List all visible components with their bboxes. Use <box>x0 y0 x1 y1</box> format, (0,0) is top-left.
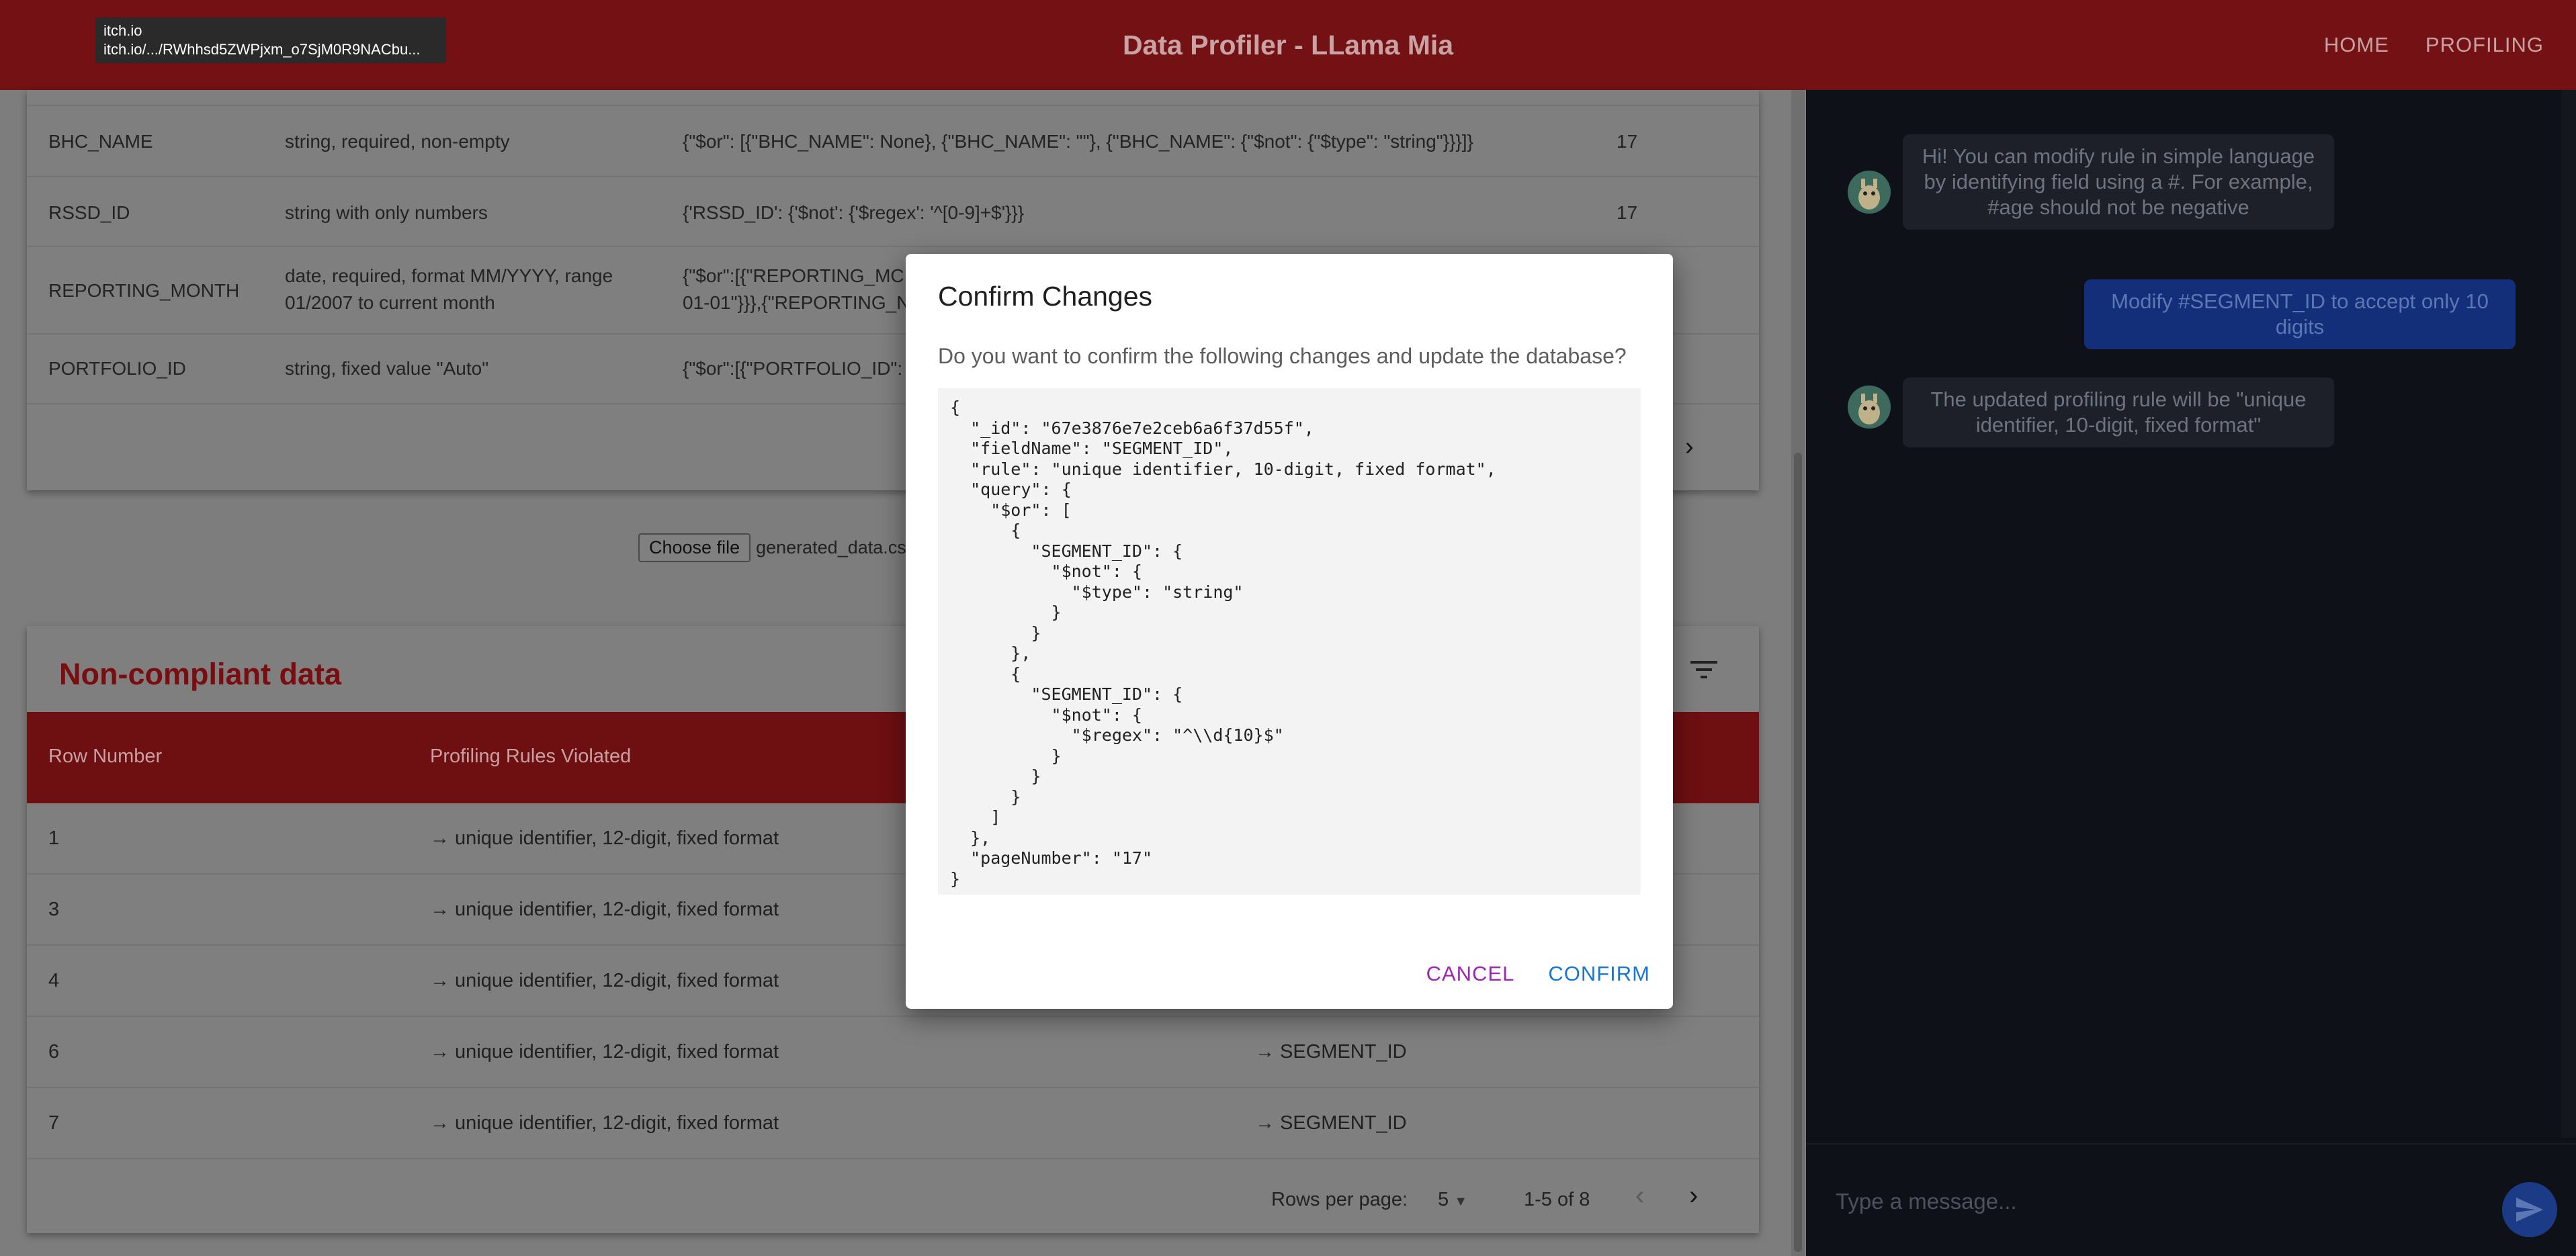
scrollbar-thumb[interactable] <box>1794 453 1802 1252</box>
tooltip-title: itch.io <box>103 22 142 39</box>
top-nav: HOME PROFILING <box>2324 0 2544 90</box>
changes-json: { "_id": "67e3876e7e2ceb6a6f37d55f", "fi… <box>938 388 1641 895</box>
field-name: PORTFOLIO_ID <box>48 358 186 379</box>
confirm-button[interactable]: CONFIRM <box>1548 962 1650 986</box>
user-message: Modify #SEGMENT_ID to accept only 10 dig… <box>2084 279 2516 349</box>
nav-home-link[interactable]: HOME <box>2324 33 2389 57</box>
bot-avatar <box>1848 386 1891 429</box>
pagination-range: 1-5 of 8 <box>1524 1189 1590 1210</box>
rule-text-line2: 01/2007 to current month <box>285 292 495 313</box>
rule-text: string, required, non-empty <box>285 131 510 152</box>
field-name: RSSD_ID <box>48 202 130 223</box>
confirm-dialog: Confirm Changes Do you want to confirm t… <box>906 254 1673 1009</box>
tooltip-url: itch.io/.../RWhhsd5ZWPjxm_o7SjM0R9NACbu.… <box>103 41 421 58</box>
table-row[interactable]: 6 → unique identifier, 12-digit, fixed f… <box>27 1017 1759 1088</box>
field-violated: → SEGMENT_ID <box>1255 1112 1407 1134</box>
dialog-actions: CANCEL CONFIRM <box>1426 962 1650 986</box>
filter-icon[interactable] <box>1690 658 1717 681</box>
chat-panel: Hi! You can modify rule in simple langua… <box>1806 90 2576 1256</box>
next-page-icon[interactable]: › <box>1689 1181 1698 1211</box>
bot-avatar <box>1848 171 1891 214</box>
rule-text-line1: date, required, format MM/YYYY, range <box>285 265 613 286</box>
rule-violated: → unique identifier, 12-digit, fixed for… <box>430 1041 779 1063</box>
file-upload: Choose file generated_data.csv <box>638 533 915 562</box>
prev-page-icon[interactable]: ‹ <box>1635 1181 1644 1211</box>
rule-violated: → unique identifier, 12-digit, fixed for… <box>430 899 779 920</box>
bot-message: The updated profiling rule will be "uniq… <box>1903 377 2334 447</box>
dropdown-arrow-icon: ▼ <box>1454 1194 1467 1209</box>
header-row-number[interactable]: Row Number <box>48 746 162 768</box>
dialog-question: Do you want to confirm the following cha… <box>938 344 1627 368</box>
page-number: 17 <box>1617 131 1638 152</box>
dialog-title: Confirm Changes <box>938 281 1153 312</box>
message-input[interactable] <box>1836 1185 2481 1218</box>
file-name: generated_data.csv <box>756 537 916 557</box>
bot-message: Hi! You can modify rule in simple langua… <box>1903 134 2334 230</box>
table-row[interactable]: BHC_NAME string, required, non-empty {"$… <box>27 106 1759 177</box>
nav-profiling-link[interactable]: PROFILING <box>2425 33 2544 57</box>
rule-violated: → unique identifier, 12-digit, fixed for… <box>430 827 779 849</box>
rows-per-page-select[interactable]: 5 ▼ <box>1438 1189 1467 1211</box>
rule-text: string with only numbers <box>285 202 488 223</box>
rule-violated: → unique identifier, 12-digit, fixed for… <box>430 1112 779 1134</box>
field-name: BHC_NAME <box>48 131 153 152</box>
choose-file-button[interactable]: Choose file <box>638 533 751 562</box>
row-number: 6 <box>48 1041 60 1063</box>
query-text: {'RSSD_ID': {'$not': {'$regex': '^[0-9]+… <box>683 202 1025 223</box>
field-violated: → SEGMENT_ID <box>1255 1041 1407 1063</box>
header-rules-violated[interactable]: Profiling Rules Violated <box>430 746 631 768</box>
main-scrollbar[interactable] <box>1791 90 1805 1256</box>
row-number: 7 <box>48 1112 60 1134</box>
cancel-button[interactable]: CANCEL <box>1426 962 1515 986</box>
table-pagination: Rows per page: 5 ▼ 1-5 of 8 ‹ › <box>27 1166 1759 1233</box>
rows-per-page-label: Rows per page: <box>1271 1189 1408 1210</box>
query-text: {"$or": [{"BHC_NAME": None}, {"BHC_NAME"… <box>683 131 1473 152</box>
chat-input-bar <box>1806 1143 2576 1256</box>
row-number: 4 <box>48 970 60 991</box>
app-title: Data Profiler - LLama Mia <box>1122 29 1454 60</box>
table-row[interactable]: RSSD_ID string with only numbers {'RSSD_… <box>27 177 1759 247</box>
field-name: REPORTING_MONTH <box>48 280 240 301</box>
chat-scrollbar[interactable] <box>2561 90 2576 1138</box>
table-row[interactable]: 7 → unique identifier, 12-digit, fixed f… <box>27 1088 1759 1159</box>
rule-violated: → unique identifier, 12-digit, fixed for… <box>430 970 779 991</box>
link-tooltip: itch.io itch.io/.../RWhhsd5ZWPjxm_o7SjM0… <box>95 17 446 63</box>
send-icon <box>2516 1198 2543 1222</box>
send-button[interactable] <box>2502 1182 2557 1237</box>
rule-text: string, fixed value "Auto" <box>285 358 489 379</box>
section-title: Non-compliant data <box>59 657 342 691</box>
row-number: 1 <box>48 827 60 849</box>
table-row-partial <box>27 90 1759 106</box>
page-number: 17 <box>1617 202 1638 223</box>
row-number: 3 <box>48 899 60 920</box>
rows-per-page-value: 5 <box>1438 1189 1449 1210</box>
next-page-icon[interactable]: › <box>1685 433 1694 461</box>
